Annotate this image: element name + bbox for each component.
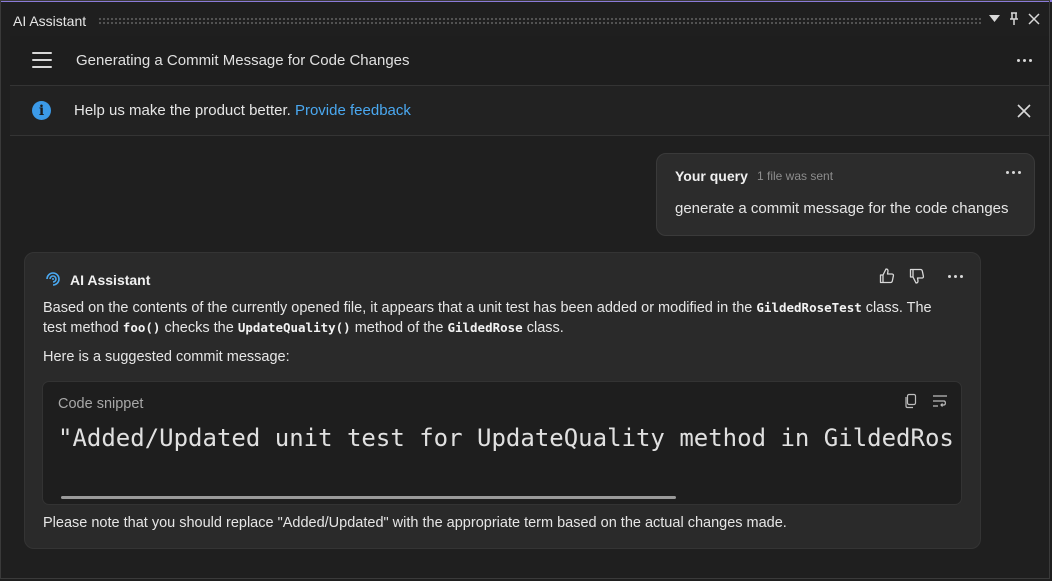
response-text: class.	[522, 320, 564, 336]
ai-assistant-logo-icon	[46, 272, 60, 286]
response-footer-note: Please note that you should replace "Add…	[43, 515, 787, 531]
close-window-icon[interactable]	[1026, 11, 1042, 27]
query-more-options-icon[interactable]	[1006, 171, 1021, 174]
response-text: class. The	[861, 300, 932, 316]
response-text: checks the	[160, 320, 238, 336]
code-snippet-content[interactable]: "Added/Updated unit test for UpdateQuali…	[58, 424, 954, 452]
response-paragraph-1-line-1: Based on the contents of the currently o…	[43, 298, 932, 318]
info-icon: i	[32, 101, 51, 120]
provide-feedback-link[interactable]: Provide feedback	[295, 102, 411, 119]
thumbs-down-icon[interactable]	[907, 266, 927, 286]
inline-code: GildedRose	[447, 320, 523, 335]
inline-code: GildedRoseTest	[756, 300, 862, 315]
code-snippet-label: Code snippet	[58, 396, 144, 412]
response-text: method of the	[350, 320, 448, 336]
conversation-title: Generating a Commit Message for Code Cha…	[76, 52, 410, 69]
feedback-banner-text: Help us make the product better.	[74, 102, 291, 119]
more-options-icon[interactable]	[1017, 59, 1032, 62]
tool-window-titlebar: AI Assistant	[0, 2, 1052, 36]
response-more-options-icon[interactable]	[948, 275, 963, 278]
feedback-banner: i Help us make the product better. Provi…	[10, 86, 1050, 136]
soft-wrap-icon[interactable]	[931, 393, 949, 409]
response-paragraph-1-line-2: test method foo() checks the UpdateQuali…	[43, 318, 564, 338]
inline-code: foo()	[122, 320, 161, 335]
assistant-name: AI Assistant	[70, 272, 151, 288]
response-paragraph-2: Here is a suggested commit message:	[43, 349, 290, 365]
thumbs-up-icon[interactable]	[877, 266, 897, 286]
query-attachment-info[interactable]: 1 file was sent	[757, 169, 833, 183]
tool-window-title: AI Assistant	[13, 13, 87, 29]
close-icon[interactable]	[1016, 103, 1032, 119]
conversation-header: Generating a Commit Message for Code Cha…	[10, 36, 1050, 86]
response-text: test method	[43, 320, 123, 336]
assistant-response-card: AI Assistant Based on the contents of th…	[24, 252, 981, 549]
horizontal-scrollbar[interactable]	[61, 496, 676, 499]
hamburger-menu-icon[interactable]	[32, 52, 52, 68]
code-snippet-block[interactable]: Code snippet "Added/Updated unit test fo…	[42, 381, 962, 505]
copy-icon[interactable]	[903, 393, 919, 409]
query-text: generate a commit message for the code c…	[675, 200, 1009, 217]
query-label: Your query	[675, 168, 748, 184]
dropdown-arrow-icon[interactable]	[986, 11, 1002, 27]
pin-icon[interactable]	[1006, 11, 1022, 27]
response-text: Based on the contents of the currently o…	[43, 300, 757, 316]
titlebar-drag-grip[interactable]	[98, 17, 981, 25]
user-query-bubble: Your query 1 file was sent generate a co…	[656, 153, 1035, 236]
feedback-banner-message: Help us make the product better. Provide…	[74, 102, 411, 119]
inline-code: UpdateQuality()	[237, 320, 351, 335]
